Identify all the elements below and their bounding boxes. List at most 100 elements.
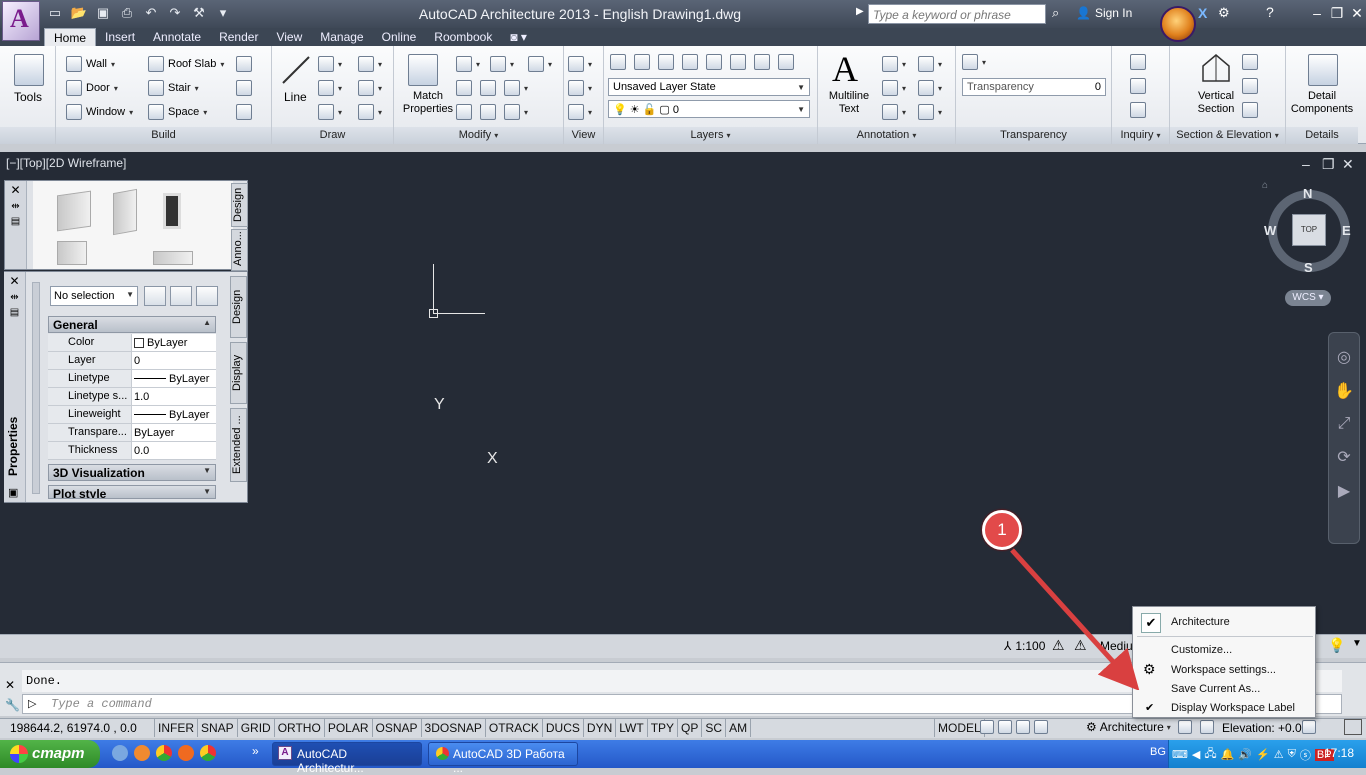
toggle-otrack[interactable]: OTRACK (486, 719, 543, 737)
viewport-label[interactable]: [−][Top][2D Wireframe] (6, 156, 126, 170)
property-row[interactable]: Layer 0 (48, 352, 216, 370)
dimension-button[interactable]: ▾ (882, 56, 906, 72)
tab-render[interactable]: Render (210, 28, 267, 46)
select-objects-icon[interactable] (170, 286, 192, 306)
isolate-objects-icon[interactable] (1200, 720, 1214, 737)
elevation-mark-button[interactable] (1242, 78, 1258, 94)
compass-east[interactable]: E (1342, 223, 1351, 238)
task-browser[interactable]: AutoCAD 3D Работа ... (428, 742, 578, 775)
hardware-acceleration-icon[interactable] (1302, 720, 1316, 737)
taskbar-expand-icon[interactable]: » (252, 744, 259, 758)
tab-online[interactable]: Online (373, 28, 426, 46)
multiline-text-button[interactable]: Multiline Text (824, 90, 874, 116)
palette-tab-annotation[interactable]: Anno... (231, 229, 248, 271)
application-menu-button[interactable]: A (2, 1, 40, 41)
close-icon[interactable]: ✕ (1346, 4, 1366, 22)
grid-button[interactable] (236, 56, 252, 72)
keyboard-icon[interactable]: ⌨ (1172, 748, 1188, 761)
transparency-layers-button[interactable]: ▾ (962, 54, 986, 70)
command-customize-icon[interactable]: 🔧 (5, 698, 20, 712)
quick-view-drawings-icon[interactable] (998, 720, 1012, 734)
new-file-icon[interactable]: ▭ (46, 4, 64, 22)
menu-item-save-current-as[interactable]: Save Current As... (1171, 683, 1260, 695)
toggle-ortho[interactable]: ORTHO (275, 719, 325, 737)
line-button[interactable]: Line (284, 90, 307, 104)
toggle-snap[interactable]: SNAP (198, 719, 238, 737)
layer-unisolate-icon[interactable] (706, 54, 722, 70)
erase-button[interactable] (456, 80, 472, 96)
workspace-switch-icon[interactable]: ⚒ (190, 4, 208, 22)
toggle-tpy[interactable]: TPY (648, 719, 679, 737)
window-tool-image[interactable] (163, 193, 181, 229)
property-row[interactable]: Linetype ByLayer (48, 370, 216, 388)
palette-close-icon[interactable]: ✕ (5, 183, 26, 197)
rectangle-button[interactable]: ▾ (318, 104, 342, 120)
task-autocad[interactable]: AutoCAD Architectur... (272, 742, 422, 775)
stair-tool-image[interactable] (57, 241, 87, 265)
viewport-close-icon[interactable]: ✕ (1342, 156, 1354, 173)
circle-button[interactable]: ▾ (318, 80, 342, 96)
toggle-dyn[interactable]: DYN (584, 719, 617, 737)
elevation-readout[interactable]: Elevation: +0.0 (1222, 721, 1302, 735)
viewcube-top-face[interactable]: TOP (1292, 214, 1326, 246)
properties-autohide-icon[interactable]: ⇹ (4, 292, 25, 303)
viewport-restore-icon[interactable]: ❐ (1322, 156, 1335, 173)
palette-properties-icon[interactable]: ▤ (5, 216, 26, 227)
command-prompt-icon[interactable]: ▷ (28, 697, 36, 710)
property-row[interactable]: Linetype s... 1.0 (48, 388, 216, 406)
restore-icon[interactable]: ❐ (1326, 4, 1348, 22)
zoom-status-icon[interactable] (1034, 720, 1048, 734)
tag-button[interactable]: ▾ (882, 104, 906, 120)
wcs-menu[interactable]: WCS ▾ (1285, 290, 1331, 306)
quick-properties-icon[interactable]: ▣ (8, 486, 18, 499)
tab-annotate[interactable]: Annotate (144, 28, 210, 46)
wifi-icon[interactable]: ⚡ (1256, 748, 1270, 761)
quick-view-layouts-icon[interactable] (980, 720, 994, 734)
tab-home[interactable]: Home (44, 28, 97, 46)
column-button[interactable] (236, 80, 252, 96)
toggle-qp[interactable]: QP (678, 719, 703, 737)
scale-button[interactable]: ▾ (504, 104, 528, 120)
space-button[interactable]: Space ▾ (148, 104, 207, 120)
steering-wheel-icon[interactable]: ◎ (1329, 347, 1359, 367)
layer-previous-icon[interactable] (658, 54, 674, 70)
section-line-button[interactable] (1242, 54, 1258, 70)
home-view-icon[interactable]: ⌂ (1262, 180, 1268, 191)
layer-lock-icon[interactable] (778, 54, 794, 70)
curtain-wall-button[interactable] (236, 104, 252, 120)
skype-icon[interactable]: ⓢ (1300, 747, 1311, 763)
lock-ui-icon[interactable] (1178, 720, 1192, 737)
leader-button[interactable]: ▾ (882, 80, 906, 96)
search-expand-icon[interactable]: ▶ (856, 6, 864, 17)
strip-menu-icon[interactable]: ▼ (1352, 638, 1362, 649)
firefox-icon[interactable] (134, 745, 150, 761)
callout-button[interactable] (1242, 102, 1258, 118)
match-properties-button[interactable]: Match Properties (398, 90, 458, 116)
properties-tab-design[interactable]: Design (230, 276, 247, 338)
compass-south[interactable]: S (1304, 260, 1313, 275)
toggle-grid[interactable]: GRID (238, 719, 275, 737)
compass-north[interactable]: N (1303, 186, 1312, 201)
menu-item-architecture[interactable]: Architecture (1171, 616, 1230, 628)
orbit-button[interactable]: ▾ (568, 80, 592, 96)
table-button[interactable]: ▾ (918, 104, 942, 120)
hatch-button[interactable]: ▾ (358, 104, 382, 120)
orbit-nav-icon[interactable]: ⟳ (1329, 447, 1359, 467)
properties-scrollbar[interactable] (32, 282, 40, 494)
transparency-field[interactable]: Transparency 0 (962, 78, 1106, 96)
tab-manage[interactable]: Manage (311, 28, 372, 46)
lightbulb-icon[interactable]: 💡 (1328, 637, 1345, 654)
area-button[interactable] (1130, 78, 1146, 94)
array-button[interactable] (456, 104, 472, 120)
roof-slab-button[interactable]: Roof Slab ▾ (148, 56, 224, 72)
pan-icon[interactable]: ✋ (1329, 381, 1359, 401)
viewport-minimize-icon[interactable]: – (1302, 156, 1310, 172)
volume-icon[interactable]: 🔊 (1238, 748, 1252, 761)
properties-menu-icon[interactable]: ▤ (4, 307, 25, 318)
search-input[interactable]: Type a keyword or phrase (868, 4, 1046, 24)
revision-cloud-button[interactable]: ▾ (918, 56, 942, 72)
toggle-osnap[interactable]: OSNAP (373, 719, 422, 737)
selection-dropdown[interactable]: No selection ▼ (50, 286, 138, 306)
workspace-switch-button[interactable]: ⚙ Architecture ▾ (1086, 720, 1171, 734)
point-button[interactable]: ▾ (358, 56, 382, 72)
